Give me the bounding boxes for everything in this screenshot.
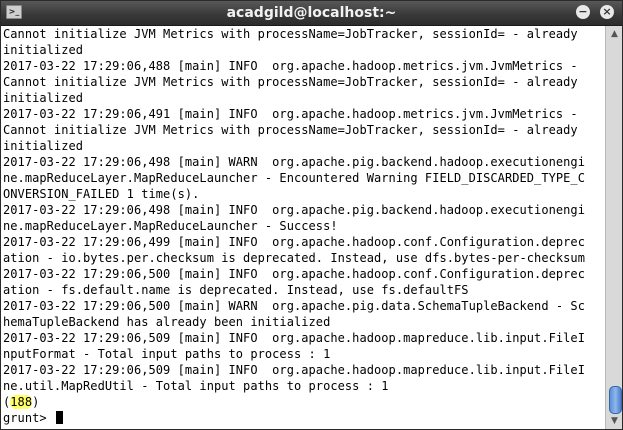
output-line: ne.mapReduceLayer.MapReduceLauncher - En… [3, 171, 585, 185]
output-line: Cannot initialize JVM Metrics with proce… [3, 27, 578, 41]
prompt-line[interactable]: grunt> [3, 411, 63, 427]
output-line: 2017-03-22 17:29:06,498 [main] WARN org.… [3, 155, 585, 169]
output-line: 2017-03-22 17:29:06,499 [main] INFO org.… [3, 235, 585, 249]
output-line: Cannot initialize JVM Metrics with proce… [3, 123, 578, 137]
output-line: nputFormat - Total input paths to proces… [3, 347, 331, 361]
output-line: initialized [3, 43, 84, 57]
output-line: 2017-03-22 17:29:06,509 [main] INFO org.… [3, 363, 585, 377]
scroll-up-icon[interactable]: ▲ [606, 26, 622, 42]
output-line: initialized [3, 139, 84, 153]
output-line: ne.mapReduceLayer.MapReduceLauncher - Su… [3, 219, 338, 233]
output-line: 2017-03-22 17:29:06,488 [main] INFO org.… [3, 59, 578, 73]
terminal-output[interactable]: Cannot initialize JVM Metrics with proce… [1, 26, 605, 429]
output-line: hemaTupleBackend has already been initia… [3, 315, 331, 329]
output-line: Cannot initialize JVM Metrics with proce… [3, 75, 578, 89]
output-line: ONVERSION_FAILED 1 time(s). [3, 187, 200, 201]
result-line: (188) [3, 395, 39, 411]
output-line: 2017-03-22 17:29:06,498 [main] INFO org.… [3, 203, 585, 217]
output-line: 2017-03-22 17:29:06,491 [main] INFO org.… [3, 107, 578, 121]
scrollbar-thumb[interactable] [609, 386, 622, 414]
minimize-icon[interactable]: − [576, 5, 590, 19]
vertical-scrollbar[interactable]: ▲ ▼ [605, 26, 622, 429]
scroll-down-icon[interactable]: ▼ [606, 413, 622, 429]
window-title: acadgild@localhost:~ [226, 5, 397, 21]
text-cursor [55, 411, 63, 424]
terminal-window: >_ acadgild@localhost:~ − × Cannot initi… [0, 0, 623, 430]
title-bar[interactable]: >_ acadgild@localhost:~ − × [1, 1, 622, 26]
grunt-prompt: grunt> [3, 411, 54, 425]
output-line: 2017-03-22 17:29:06,500 [main] INFO org.… [3, 267, 585, 281]
output-line: 2017-03-22 17:29:06,509 [main] INFO org.… [3, 331, 585, 345]
result-value: 188 [10, 395, 33, 409]
close-icon[interactable]: × [600, 5, 614, 19]
output-line: ation - fs.default.name is deprecated. I… [3, 283, 469, 297]
result-close-paren: ) [32, 395, 40, 409]
output-line: 2017-03-22 17:29:06,500 [main] WARN org.… [3, 299, 585, 313]
output-line: ne.util.MapRedUtil - Total input paths t… [3, 379, 389, 393]
output-line: initialized [3, 91, 84, 105]
output-line: ation - io.bytes.per.checksum is depreca… [3, 251, 585, 265]
